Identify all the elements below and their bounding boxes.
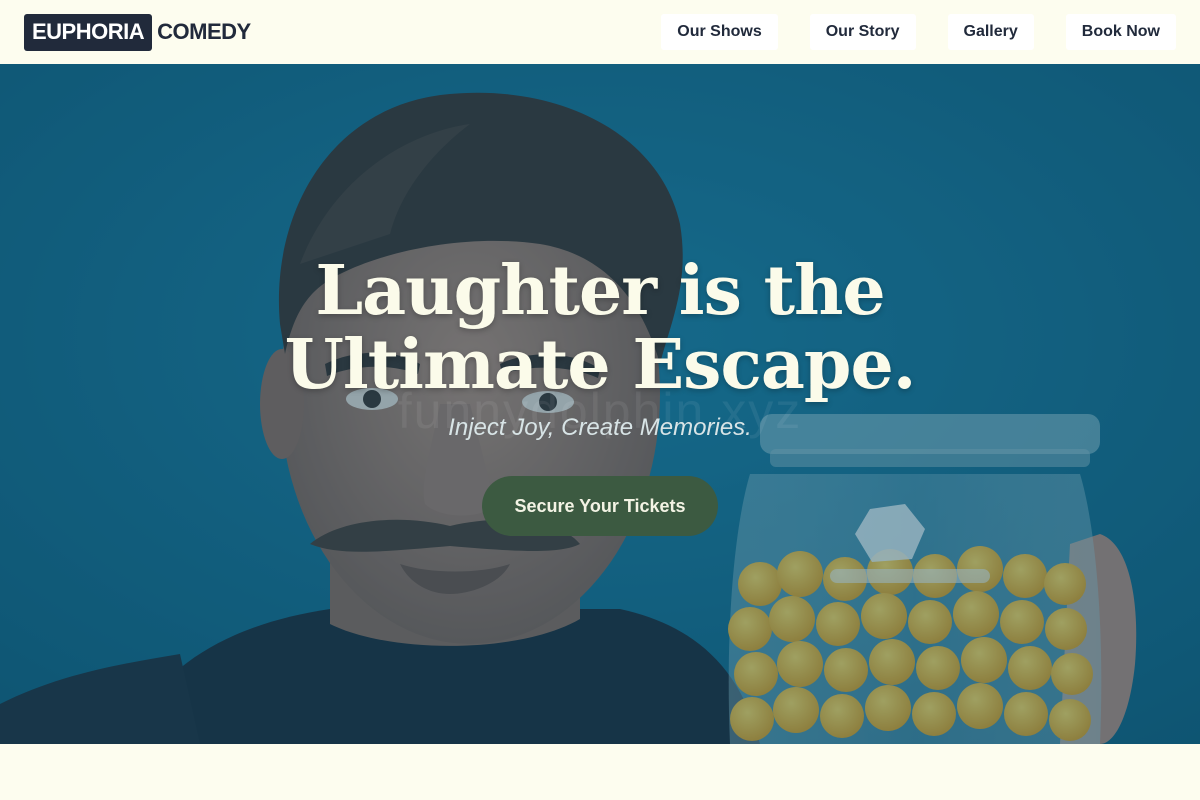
nav-gallery[interactable]: Gallery	[947, 14, 1034, 50]
hero-title: Laughter is the Ultimate Escape.	[284, 251, 917, 405]
nav-our-story[interactable]: Our Story	[809, 14, 916, 50]
main-nav: Our Shows Our Story Gallery Book Now	[661, 14, 1176, 50]
site-header: EUPHORIA COMEDY Our Shows Our Story Gall…	[0, 0, 1200, 64]
nav-our-shows[interactable]: Our Shows	[661, 14, 778, 50]
content-section-top	[0, 744, 1200, 800]
site-logo[interactable]: EUPHORIA COMEDY	[24, 13, 251, 51]
nav-book-now[interactable]: Book Now	[1065, 14, 1176, 50]
hero-section: funnydolphin.xyz Laughter is the Ultimat…	[0, 64, 1200, 744]
logo-boxed-text: EUPHORIA	[24, 13, 153, 51]
secure-tickets-button[interactable]: Secure Your Tickets	[482, 476, 718, 536]
logo-text: COMEDY	[157, 19, 251, 44]
hero-content: Laughter is the Ultimate Escape. Inject …	[0, 254, 1200, 536]
hero-subtitle: Inject Joy, Create Memories.	[448, 414, 752, 441]
